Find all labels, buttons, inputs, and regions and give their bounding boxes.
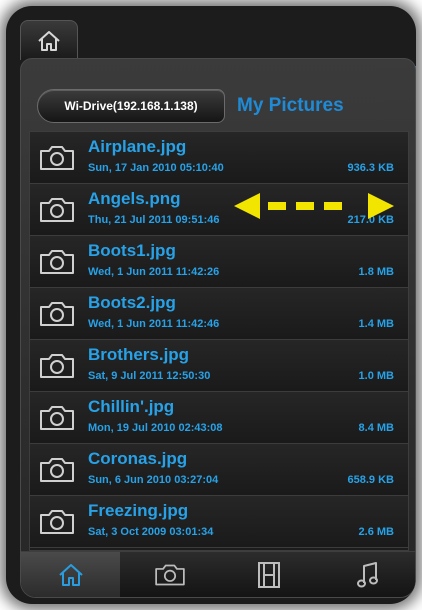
file-name: Coronas.jpg bbox=[88, 449, 188, 468]
camera-icon bbox=[154, 564, 185, 586]
tab-pictures[interactable] bbox=[120, 552, 219, 597]
file-size: 658.9 KB bbox=[347, 474, 394, 486]
double-arrow-icon bbox=[234, 193, 394, 219]
file-date: Mon, 19 Jul 2010 02:43:08 bbox=[88, 422, 223, 434]
tab-videos[interactable] bbox=[219, 552, 318, 597]
file-name: Brothers.jpg bbox=[88, 345, 190, 364]
app-frame: Wi-Drive(192.168.1.138) My Pictures Airp… bbox=[6, 6, 416, 604]
file-size: 2.6 MB bbox=[358, 526, 394, 538]
list-item[interactable]: Brothers.jpg Sat, 9 Jul 2011 12:50:30 1.… bbox=[30, 340, 408, 392]
list-item[interactable]: Boots1.jpg Wed, 1 Jun 2011 11:42:26 1.8 … bbox=[30, 236, 408, 288]
server-back-button[interactable]: Wi-Drive(192.168.1.138) bbox=[37, 89, 225, 123]
file-name: Airplane.jpg bbox=[88, 137, 187, 156]
file-size: 8.4 MB bbox=[358, 422, 394, 434]
file-name: Freezing.jpg bbox=[88, 501, 189, 520]
camera-icon bbox=[40, 354, 74, 378]
camera-icon bbox=[40, 250, 74, 274]
list-item[interactable]: Coronas.jpg Sun, 6 Jun 2010 03:27:04 658… bbox=[30, 444, 408, 496]
file-name: Boots2.jpg bbox=[88, 293, 176, 312]
camera-icon bbox=[40, 302, 74, 326]
file-date: Wed, 1 Jun 2011 11:42:46 bbox=[88, 318, 220, 330]
file-date: Sun, 6 Jun 2010 03:27:04 bbox=[88, 474, 219, 486]
film-icon bbox=[257, 562, 280, 588]
camera-icon bbox=[40, 510, 74, 534]
file-size: 1.0 MB bbox=[358, 370, 394, 382]
list-item[interactable]: Boots2.jpg Wed, 1 Jun 2011 11:42:46 1.4 … bbox=[30, 288, 408, 340]
tab-music[interactable] bbox=[318, 552, 415, 597]
music-note-icon bbox=[356, 562, 378, 588]
tab-home[interactable] bbox=[21, 552, 120, 597]
camera-icon bbox=[40, 458, 74, 482]
file-date: Thu, 21 Jul 2011 09:51:46 bbox=[88, 214, 220, 226]
list-item[interactable]: Chillin'.jpg Mon, 19 Jul 2010 02:43:08 8… bbox=[30, 392, 408, 444]
file-name: Boots1.jpg bbox=[88, 241, 176, 260]
file-date: Sun, 17 Jan 2010 05:10:40 bbox=[88, 162, 224, 174]
header: Wi-Drive(192.168.1.138) My Pictures bbox=[21, 59, 415, 131]
file-size: 1.4 MB bbox=[358, 318, 394, 330]
file-name: Chillin'.jpg bbox=[88, 397, 175, 416]
camera-icon bbox=[40, 406, 74, 430]
file-name: Angels.png bbox=[88, 189, 181, 208]
home-icon bbox=[58, 564, 83, 586]
home-icon bbox=[38, 30, 60, 51]
page-title: My Pictures bbox=[237, 95, 344, 116]
list-item[interactable]: Airplane.jpg Sun, 17 Jan 2010 05:10:40 9… bbox=[30, 132, 408, 184]
tab-bar bbox=[21, 551, 415, 597]
file-date: Sat, 3 Oct 2009 03:01:34 bbox=[88, 526, 214, 538]
file-browser-panel: Wi-Drive(192.168.1.138) My Pictures Airp… bbox=[20, 58, 416, 598]
file-size: 936.3 KB bbox=[347, 162, 394, 174]
camera-icon bbox=[40, 146, 74, 170]
file-size: 1.8 MB bbox=[358, 266, 394, 278]
file-date: Sat, 9 Jul 2011 12:50:30 bbox=[88, 370, 211, 382]
list-item[interactable]: Freezing.jpg Sat, 3 Oct 2009 03:01:34 2.… bbox=[30, 496, 408, 548]
file-date: Wed, 1 Jun 2011 11:42:26 bbox=[88, 266, 220, 278]
camera-icon bbox=[40, 198, 74, 222]
home-top-button[interactable] bbox=[20, 20, 78, 60]
